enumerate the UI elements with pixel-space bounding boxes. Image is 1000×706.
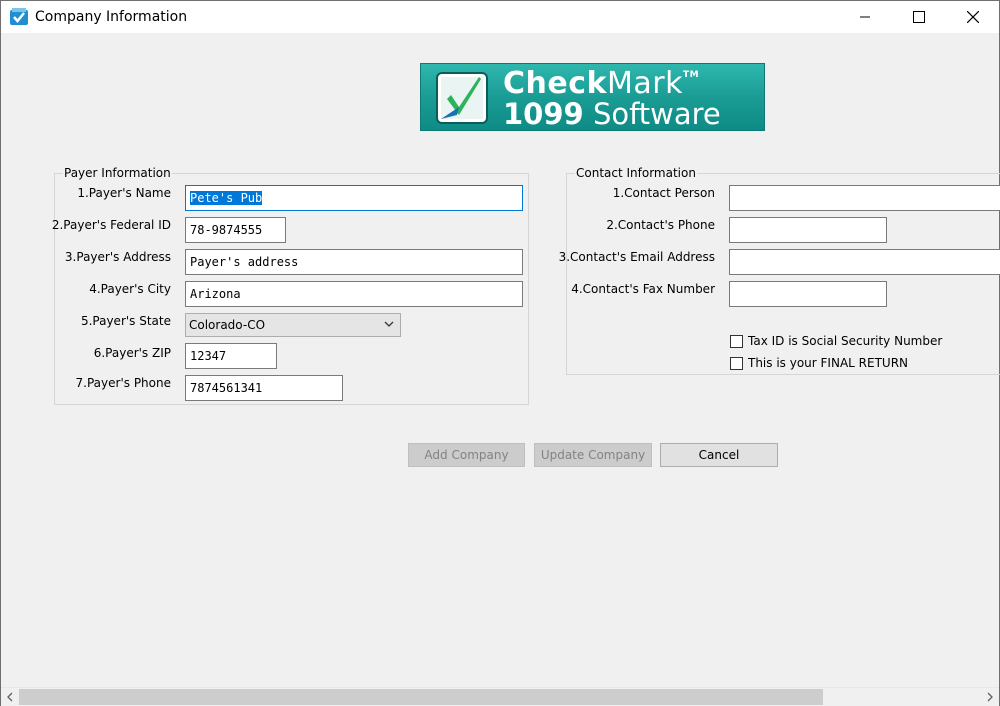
payer-state-label: 5.Payer's State (80, 314, 171, 328)
scroll-right-icon[interactable] (985, 691, 995, 703)
contact-email-input[interactable] (729, 249, 1000, 275)
ssn-checkbox-label: Tax ID is Social Security Number (748, 334, 943, 348)
payer-address-label: 3.Payer's Address (64, 250, 171, 264)
close-button[interactable] (947, 1, 999, 33)
contact-person-label: 1.Contact Person (612, 186, 715, 200)
horizontal-scrollbar[interactable] (1, 687, 999, 706)
minimize-icon (860, 16, 870, 18)
close-icon (967, 11, 979, 23)
update-company-button[interactable]: Update Company (534, 443, 652, 467)
contact-email-label: 3.Contact's Email Address (558, 250, 715, 264)
logo-text-line2: 1099 Software (503, 97, 721, 131)
title-bar[interactable]: Company Information (1, 1, 999, 33)
logo-text-line1: CheckMarkTM (503, 66, 700, 101)
contact-phone-label: 2.Contact's Phone (606, 218, 715, 232)
maximize-button[interactable] (893, 1, 945, 33)
final-return-checkbox-box[interactable] (730, 356, 743, 370)
payer-federal-id-input[interactable]: 78-9874555 (185, 217, 286, 243)
scrollbar-thumb[interactable] (19, 689, 823, 705)
payer-city-input[interactable]: Arizona (185, 281, 523, 307)
payer-phone-label: 7.Payer's Phone (75, 376, 171, 390)
payer-name-input[interactable]: Pete's Pub (185, 185, 523, 211)
company-information-window: Company Information CheckMarkTM 1099 Sof… (0, 0, 1000, 706)
payer-zip-label: 6.Payer's ZIP (93, 346, 171, 360)
payer-city-label: 4.Payer's City (89, 282, 171, 296)
minimize-button[interactable] (839, 1, 891, 33)
contact-fax-label: 4.Contact's Fax Number (571, 282, 715, 296)
checkmark-logo: CheckMarkTM 1099 Software (420, 63, 765, 131)
contact-person-input[interactable] (729, 185, 1000, 211)
contact-group-title: Contact Information (575, 166, 697, 180)
chevron-down-icon (384, 321, 394, 327)
ssn-checkbox[interactable]: Tax ID is Social Security Number (730, 334, 942, 348)
add-company-button[interactable]: Add Company (408, 443, 525, 467)
payer-address-input[interactable]: Payer's address (185, 249, 523, 275)
checkmark-app-icon (9, 7, 29, 27)
checkmark-logo-icon (436, 72, 488, 124)
contact-phone-input[interactable] (729, 217, 887, 243)
payer-phone-input[interactable]: 7874561341 (185, 375, 343, 401)
contact-fax-input[interactable] (729, 281, 887, 307)
payer-name-label: 1.Payer's Name (77, 186, 171, 200)
payer-state-select[interactable]: Colorado-CO (185, 313, 401, 337)
window-title: Company Information (35, 9, 188, 25)
payer-zip-input[interactable]: 12347 (185, 343, 277, 369)
ssn-checkbox-box[interactable] (730, 334, 743, 348)
payer-state-value: Colorado-CO (189, 318, 266, 332)
cancel-button[interactable]: Cancel (660, 443, 778, 467)
final-return-checkbox[interactable]: This is your FINAL RETURN (730, 356, 908, 370)
payer-federal-id-label: 2.Payer's Federal ID (51, 218, 171, 232)
payer-group-title: Payer Information (63, 166, 172, 180)
final-return-checkbox-label: This is your FINAL RETURN (748, 356, 909, 370)
scroll-left-icon[interactable] (5, 691, 15, 703)
maximize-icon (913, 11, 925, 23)
